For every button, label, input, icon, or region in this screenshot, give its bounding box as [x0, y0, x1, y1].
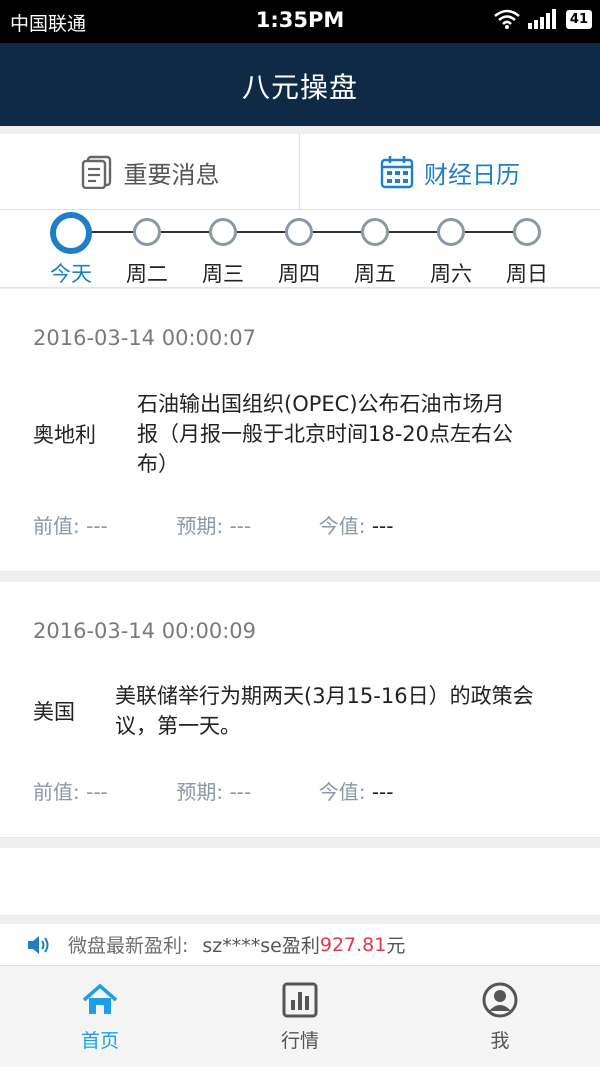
event-values: 前值: --- 预期: --- 今值: --- [33, 510, 393, 539]
forecast-value: --- [229, 780, 252, 804]
previous-value: --- [86, 780, 108, 804]
forecast-value: --- [229, 514, 252, 538]
forecast-value-group: 预期: --- [176, 510, 312, 539]
event-datetime: 2016-03-14 00:00:07 [33, 326, 257, 350]
day-dot [361, 218, 389, 246]
event-description-line: 报（月报一般于北京时间18-20点左右公 [137, 422, 514, 446]
actual-value: --- [371, 514, 394, 538]
actual-label: 今值: [318, 780, 366, 804]
previous-value-group: 前值: --- [33, 510, 170, 539]
tab-financial-calendar[interactable]: 财经日历 [300, 134, 600, 210]
profile-icon [482, 982, 518, 1018]
day-label: 周六 [430, 262, 472, 286]
tab-important-news[interactable]: 重要消息 [0, 134, 300, 210]
document-icon [81, 155, 111, 189]
event-country: 奥地利 [33, 423, 96, 447]
event-description: 石油输出国组织(OPEC)公布石油市场月 报（月报一般于北京时间18-20点左右… [137, 389, 577, 479]
calendar-icon [380, 156, 414, 189]
day-dot [209, 218, 237, 246]
tabbar-market[interactable]: 行情 [200, 966, 400, 1067]
actual-value-group: 今值: --- [319, 510, 394, 539]
event-description-line: 议，第一天。 [115, 714, 241, 738]
previous-value: --- [86, 514, 108, 538]
tab-important-news-label: 重要消息 [123, 160, 220, 189]
tabbar-me-label: 我 [490, 1030, 510, 1052]
actual-value-group: 今值: --- [319, 776, 394, 805]
bottom-tab-bar: 首页 行情 我 [0, 966, 600, 1067]
tabbar-home-label: 首页 [80, 1030, 119, 1052]
forecast-value-group: 预期: --- [176, 776, 312, 805]
event-card[interactable] [0, 848, 600, 916]
day-dot [50, 212, 92, 254]
tabbar-market-label: 行情 [280, 1030, 319, 1052]
day-dot [437, 218, 465, 246]
ticker-prefix: 微盘最新盈利: [68, 935, 189, 957]
event-values: 前值: --- 预期: --- 今值: --- [33, 776, 393, 805]
profit-ticker[interactable]: 微盘最新盈利: sz****se盈利 927.81 元 [0, 924, 600, 966]
day-label: 今天 [50, 262, 92, 286]
event-description-line: 布） [137, 452, 179, 476]
event-description: 美联储举行为期两天(3月15-16日）的政策会 议，第一天。 [115, 681, 585, 741]
tab-financial-calendar-label: 财经日历 [424, 160, 520, 189]
day-label: 周四 [278, 262, 320, 286]
day-label: 周五 [354, 262, 396, 286]
event-country: 美国 [33, 700, 75, 724]
day-label: 周日 [506, 262, 548, 286]
page-title: 八元操盘 [241, 71, 358, 104]
battery-indicator: 41 [565, 9, 592, 29]
day-label: 周二 [126, 262, 168, 286]
speaker-icon [28, 935, 49, 954]
day-dot [133, 218, 161, 246]
day-label: 周三 [202, 262, 244, 286]
forecast-label: 预期: [176, 780, 224, 804]
day-dot [513, 218, 541, 246]
day-dot [285, 218, 313, 246]
status-icons: 41 [494, 9, 592, 29]
ticker-currency: 元 [386, 935, 406, 957]
event-card[interactable]: 2016-03-14 00:00:09 美国 美联储举行为期两天(3月15-16… [0, 582, 600, 838]
actual-label: 今值: [318, 514, 366, 538]
previous-label: 前值: [33, 780, 80, 804]
nav-bar: 八元操盘 [0, 43, 600, 126]
actual-value: --- [371, 780, 394, 804]
event-datetime: 2016-03-14 00:00:09 [33, 619, 257, 643]
ticker-user: sz****se盈利 [202, 935, 320, 957]
event-description-line: 石油输出国组织(OPEC)公布石油市场月 [137, 392, 505, 416]
forecast-label: 预期: [176, 514, 224, 538]
day-selector: 今天 周二 周三 周四 周五 周六 周日 [0, 210, 600, 288]
event-description-line: 美联储举行为期两天(3月15-16日）的政策会 [115, 684, 534, 708]
tabbar-me[interactable]: 我 [400, 966, 600, 1067]
previous-value-group: 前值: --- [33, 776, 170, 805]
chart-icon [282, 982, 318, 1018]
tabbar-home[interactable]: 首页 [0, 966, 200, 1067]
ticker-amount: 927.81 [319, 933, 387, 956]
status-bar: 中国联通 1:35PM 41 [0, 0, 600, 43]
segment-tabs: 重要消息 财经日历 [0, 126, 600, 210]
event-card[interactable]: 2016-03-14 00:00:07 奥地利 石油输出国组织(OPEC)公布石… [0, 289, 600, 572]
signal-icon [527, 9, 556, 29]
previous-label: 前值: [33, 514, 80, 538]
home-icon [82, 983, 118, 1014]
wifi-icon [494, 9, 520, 29]
